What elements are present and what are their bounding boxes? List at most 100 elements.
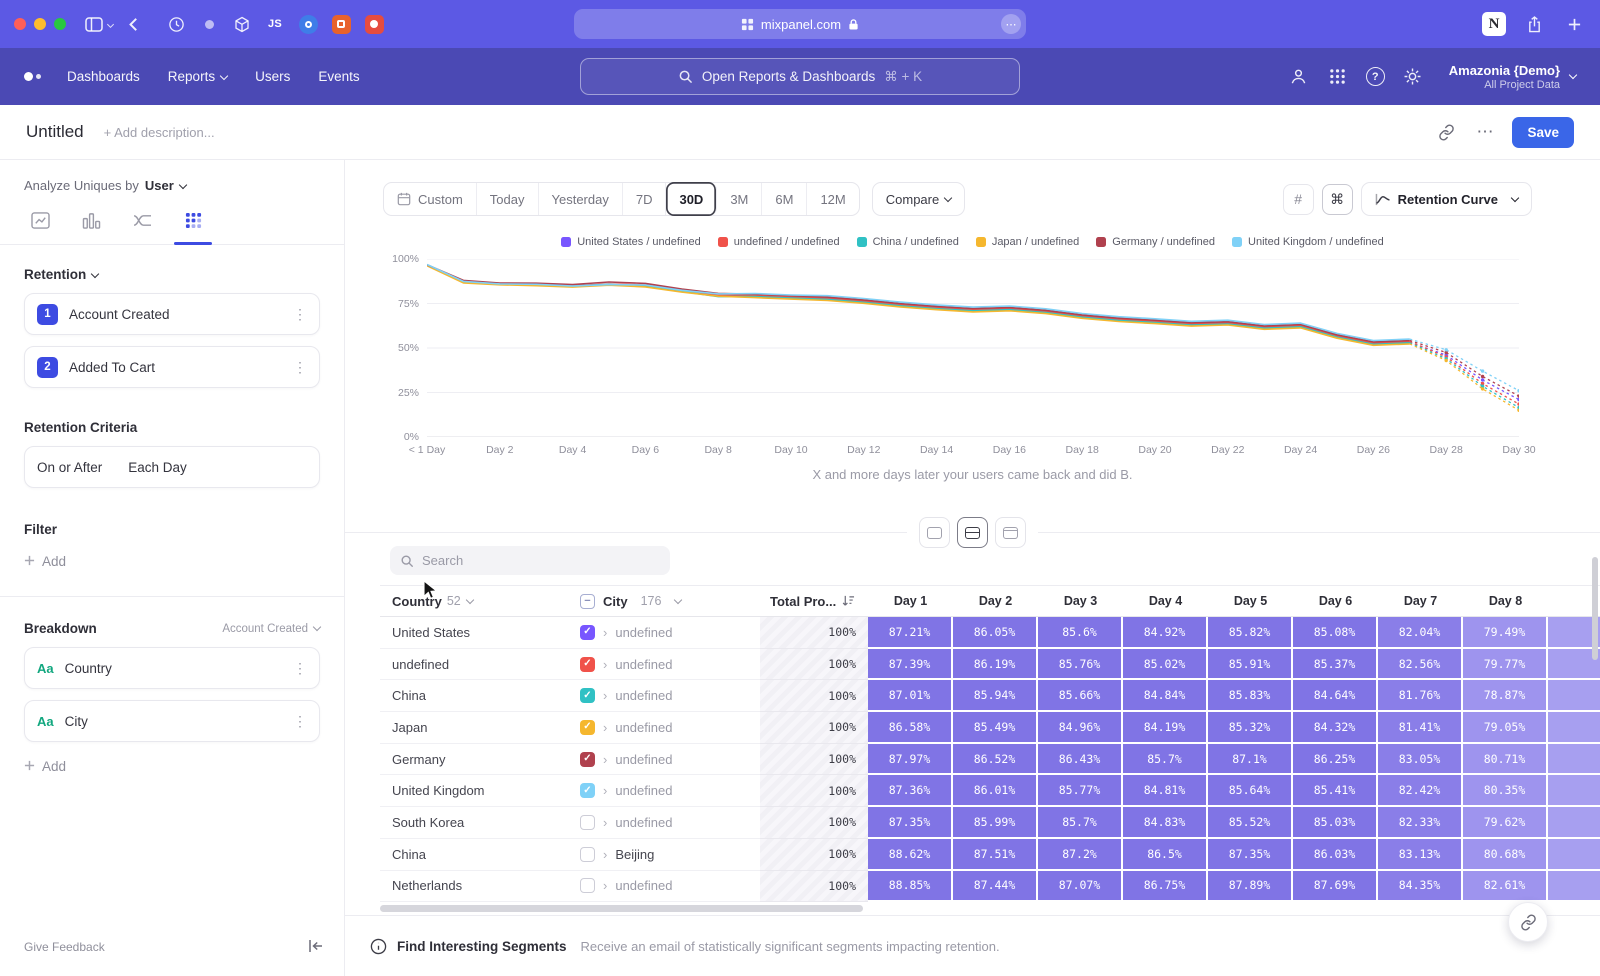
country-cell[interactable]: Germany [380, 744, 570, 776]
nav-item-dashboards[interactable]: Dashboards [67, 69, 140, 84]
day-column-header[interactable]: Day 4 [1123, 586, 1208, 616]
retention-value-cell[interactable]: 85.99% [953, 807, 1038, 839]
tab-insights[interactable] [28, 209, 52, 231]
row-checkbox[interactable] [580, 815, 595, 830]
share-link-button[interactable] [1508, 902, 1548, 942]
retention-value-cell[interactable]: 86.43% [1038, 744, 1123, 776]
criteria-mode-dropdown[interactable]: On or After [37, 460, 102, 475]
retention-value-cell[interactable]: 87.21% [868, 617, 953, 649]
retention-value-cell[interactable]: 83.05% [1378, 744, 1463, 776]
compare-button[interactable]: Compare [872, 182, 965, 216]
retention-value-cell[interactable]: 87.89% [1208, 871, 1293, 903]
retention-value-cell[interactable]: 83.13% [1378, 839, 1463, 871]
copy-link-icon[interactable] [1434, 120, 1458, 144]
row-checkbox[interactable]: ✓ [580, 783, 595, 798]
retention-value-cell[interactable]: 80.71% [1463, 744, 1548, 776]
city-cell[interactable]: ›Beijing [570, 839, 760, 871]
save-button[interactable]: Save [1512, 117, 1574, 148]
legend-item[interactable]: Germany / undefined [1096, 236, 1215, 248]
settings-gear-icon[interactable] [1402, 66, 1424, 88]
more-options-icon[interactable]: ⋮ [293, 306, 307, 323]
legend-item[interactable]: United Kingdom / undefined [1232, 236, 1384, 248]
retention-value-cell[interactable]: 85.83% [1208, 680, 1293, 712]
help-icon[interactable]: ? [1366, 67, 1385, 86]
clock-extension-icon[interactable] [165, 13, 187, 35]
tab-funnels[interactable] [79, 209, 103, 231]
tab-flows[interactable] [130, 209, 154, 231]
city-cell[interactable]: ✓›undefined [570, 775, 760, 807]
blue-circle-extension-icon[interactable] [297, 13, 319, 35]
row-checkbox[interactable]: ✓ [580, 752, 595, 767]
retention-value-cell[interactable]: 85.03% [1293, 807, 1378, 839]
country-column-header[interactable]: Country52 [380, 586, 570, 616]
retention-chart[interactable] [427, 259, 1519, 437]
day-column-header[interactable]: Day 5 [1208, 586, 1293, 616]
vertical-scrollbar[interactable] [1592, 557, 1598, 660]
search-input[interactable] [422, 553, 660, 568]
city-cell[interactable]: ›undefined [570, 807, 760, 839]
project-switcher[interactable]: Amazonia {Demo} All Project Data [1449, 63, 1576, 91]
collapse-sidebar-icon[interactable] [308, 939, 324, 958]
retention-value-cell[interactable]: 79.49% [1463, 617, 1548, 649]
legend-item[interactable]: Japan / undefined [976, 236, 1079, 248]
country-cell[interactable]: China [380, 839, 570, 871]
retention-value-cell[interactable]: 87.01% [868, 680, 953, 712]
breakdown-scope-dropdown[interactable]: Account Created [222, 623, 320, 635]
breakdown-card[interactable]: AaCity⋮ [24, 700, 320, 742]
retention-value-cell[interactable]: 84.35% [1378, 871, 1463, 903]
retention-value-cell[interactable]: 87.51% [953, 839, 1038, 871]
legend-item[interactable]: undefined / undefined [718, 236, 840, 248]
city-cell[interactable]: ✓›undefined [570, 617, 760, 649]
dot-extension-icon[interactable] [198, 13, 220, 35]
user-report-icon[interactable] [1288, 66, 1310, 88]
red-extension-icon[interactable] [363, 13, 385, 35]
retention-value-cell[interactable]: 86.52% [953, 744, 1038, 776]
date-range-custom[interactable]: Custom [384, 183, 477, 215]
retention-value-cell[interactable]: 82.56% [1378, 649, 1463, 681]
more-options-icon[interactable]: ⋮ [293, 660, 307, 677]
country-cell[interactable]: Netherlands [380, 871, 570, 903]
retention-value-cell[interactable]: 85.94% [953, 680, 1038, 712]
js-extension-icon[interactable]: JS [264, 13, 286, 35]
report-title[interactable]: Untitled [26, 122, 84, 142]
tab-retention[interactable] [181, 209, 205, 231]
retention-value-cell[interactable]: 85.32% [1208, 712, 1293, 744]
retention-value-cell[interactable]: 85.6% [1038, 617, 1123, 649]
add-filter-button[interactable]: Add [24, 553, 320, 570]
city-cell[interactable]: ✓›undefined [570, 744, 760, 776]
day-column-header[interactable]: Day 3 [1038, 586, 1123, 616]
maximize-window-button[interactable] [54, 18, 66, 30]
retention-value-cell[interactable]: 84.83% [1123, 807, 1208, 839]
country-cell[interactable]: Japan [380, 712, 570, 744]
retention-value-cell[interactable]: 85.66% [1038, 680, 1123, 712]
retention-value-cell[interactable]: 87.44% [953, 871, 1038, 903]
day-column-header[interactable]: Day 6 [1293, 586, 1378, 616]
retention-value-cell[interactable]: 82.04% [1378, 617, 1463, 649]
minimize-window-button[interactable] [34, 18, 46, 30]
analyze-entity-dropdown[interactable]: User [145, 178, 186, 193]
share-icon[interactable] [1522, 12, 1546, 36]
retention-value-cell[interactable]: 87.35% [1208, 839, 1293, 871]
retention-value-cell[interactable]: 86.5% [1123, 839, 1208, 871]
retention-value-cell[interactable]: 84.84% [1123, 680, 1208, 712]
close-window-button[interactable] [14, 18, 26, 30]
retention-value-cell[interactable]: 85.08% [1293, 617, 1378, 649]
expand-chevron-icon[interactable]: › [603, 815, 607, 830]
day-column-header[interactable]: Day 1 [868, 586, 953, 616]
orange-extension-icon[interactable] [330, 13, 352, 35]
expand-chevron-icon[interactable]: › [603, 878, 607, 893]
row-checkbox[interactable]: ✓ [580, 657, 595, 672]
retention-value-cell[interactable]: 85.91% [1208, 649, 1293, 681]
retention-value-cell[interactable]: 82.42% [1378, 775, 1463, 807]
retention-value-cell[interactable]: 79.05% [1463, 712, 1548, 744]
expand-chevron-icon[interactable]: › [603, 625, 607, 640]
retention-value-cell[interactable]: 80.35% [1463, 775, 1548, 807]
day-column-header[interactable]: Day 2 [953, 586, 1038, 616]
horizontal-scrollbar[interactable] [380, 905, 863, 912]
retention-value-cell[interactable]: 84.32% [1293, 712, 1378, 744]
expand-chevron-icon[interactable]: › [603, 720, 607, 735]
view-table-only-button[interactable] [995, 517, 1026, 548]
country-cell[interactable]: China [380, 680, 570, 712]
expand-chevron-icon[interactable]: › [603, 847, 607, 862]
retention-value-cell[interactable]: 87.36% [868, 775, 953, 807]
